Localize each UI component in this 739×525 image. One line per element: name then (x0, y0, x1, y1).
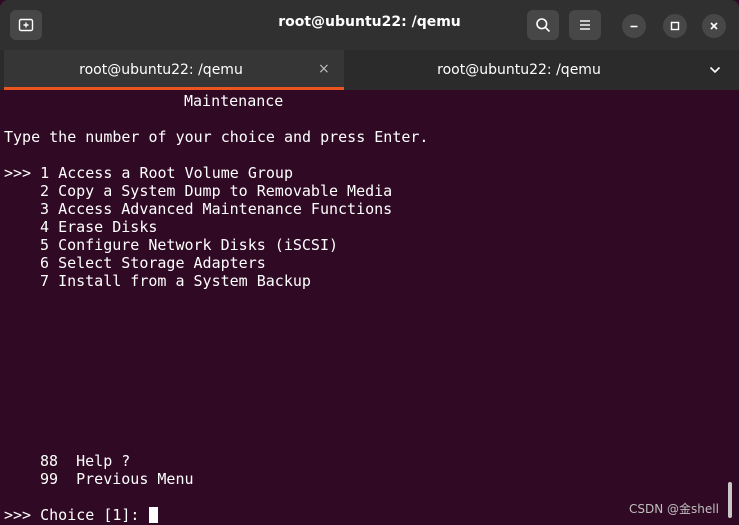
option-number: 88 (40, 452, 59, 470)
menu-option: 2 Copy a System Dump to Removable Media (40, 182, 392, 200)
menu-option: 5 Configure Network Disks (iSCSI) (40, 236, 338, 254)
search-button[interactable] (527, 10, 559, 40)
chevron-down-icon (709, 66, 721, 74)
tab-close-icon[interactable]: × (318, 61, 330, 77)
terminal-scrollbar[interactable] (728, 482, 732, 518)
option-number: 6 (40, 254, 50, 272)
tab-list-button[interactable] (700, 58, 730, 82)
menu-option: 88 Help ? (40, 452, 130, 470)
search-icon (536, 18, 551, 33)
tab-active[interactable]: root@ubuntu22: /qemu × (4, 50, 344, 90)
option-label: Erase Disks (58, 218, 158, 236)
maximize-button[interactable] (663, 14, 687, 38)
option-number: 4 (40, 218, 50, 236)
option-label: Configure Network Disks (iSCSI) (58, 236, 339, 254)
option-label: Access Advanced Maintenance Functions (58, 200, 393, 218)
text-cursor (148, 507, 158, 523)
menu-option: 4 Erase Disks (40, 218, 157, 236)
menu-button[interactable] (569, 10, 601, 40)
choice-prompt: >>> Choice [1]: (4, 506, 149, 524)
option-label: Help ? (76, 452, 131, 470)
prompt-marker: >>> (4, 164, 32, 182)
tab-label: root@ubuntu22: /qemu (79, 62, 243, 78)
option-number: 99 (40, 470, 59, 488)
menu-option: 99 Previous Menu (40, 470, 194, 488)
hamburger-menu-icon (580, 20, 590, 30)
option-label: Access a Root Volume Group (58, 164, 293, 182)
close-icon (710, 22, 718, 30)
menu-option: 6 Select Storage Adapters (40, 254, 266, 272)
option-number: 2 (40, 182, 50, 200)
option-label: Select Storage Adapters (58, 254, 266, 272)
option-label: Install from a System Backup (58, 272, 311, 290)
terminal-window: root@ubuntu22: /qemu root@ubuntu22: /qem… (0, 0, 739, 525)
terminal-output[interactable]: Maintenance Type the number of your choi… (4, 92, 724, 524)
tab-inactive[interactable]: root@ubuntu22: /qemu (344, 50, 690, 90)
option-label: Previous Menu (76, 470, 194, 488)
minimize-icon (630, 25, 638, 28)
menu-option: 3 Access Advanced Maintenance Functions (40, 200, 392, 218)
maximize-icon (670, 21, 680, 31)
option-label: Copy a System Dump to Removable Media (58, 182, 393, 200)
choice-prompt-line[interactable]: >>> Choice [1]: (4, 506, 158, 524)
menu-option: 7 Install from a System Backup (40, 272, 311, 290)
instruction-text: Type the number of your choice and press… (4, 128, 429, 146)
menu-heading: Maintenance (184, 92, 284, 110)
option-number: 5 (40, 236, 50, 254)
title-bar[interactable]: root@ubuntu22: /qemu (0, 0, 739, 50)
option-number: 1 (40, 164, 50, 182)
menu-option: >>> 1 Access a Root Volume Group (4, 164, 293, 182)
option-number: 7 (40, 272, 50, 290)
close-button[interactable] (702, 14, 726, 38)
option-number: 3 (40, 200, 50, 218)
watermark-text: CSDN @金shell (629, 502, 719, 516)
tab-label: root@ubuntu22: /qemu (437, 62, 601, 78)
tab-bar: root@ubuntu22: /qemu × root@ubuntu22: /q… (0, 50, 739, 90)
minimize-button[interactable] (622, 14, 646, 38)
